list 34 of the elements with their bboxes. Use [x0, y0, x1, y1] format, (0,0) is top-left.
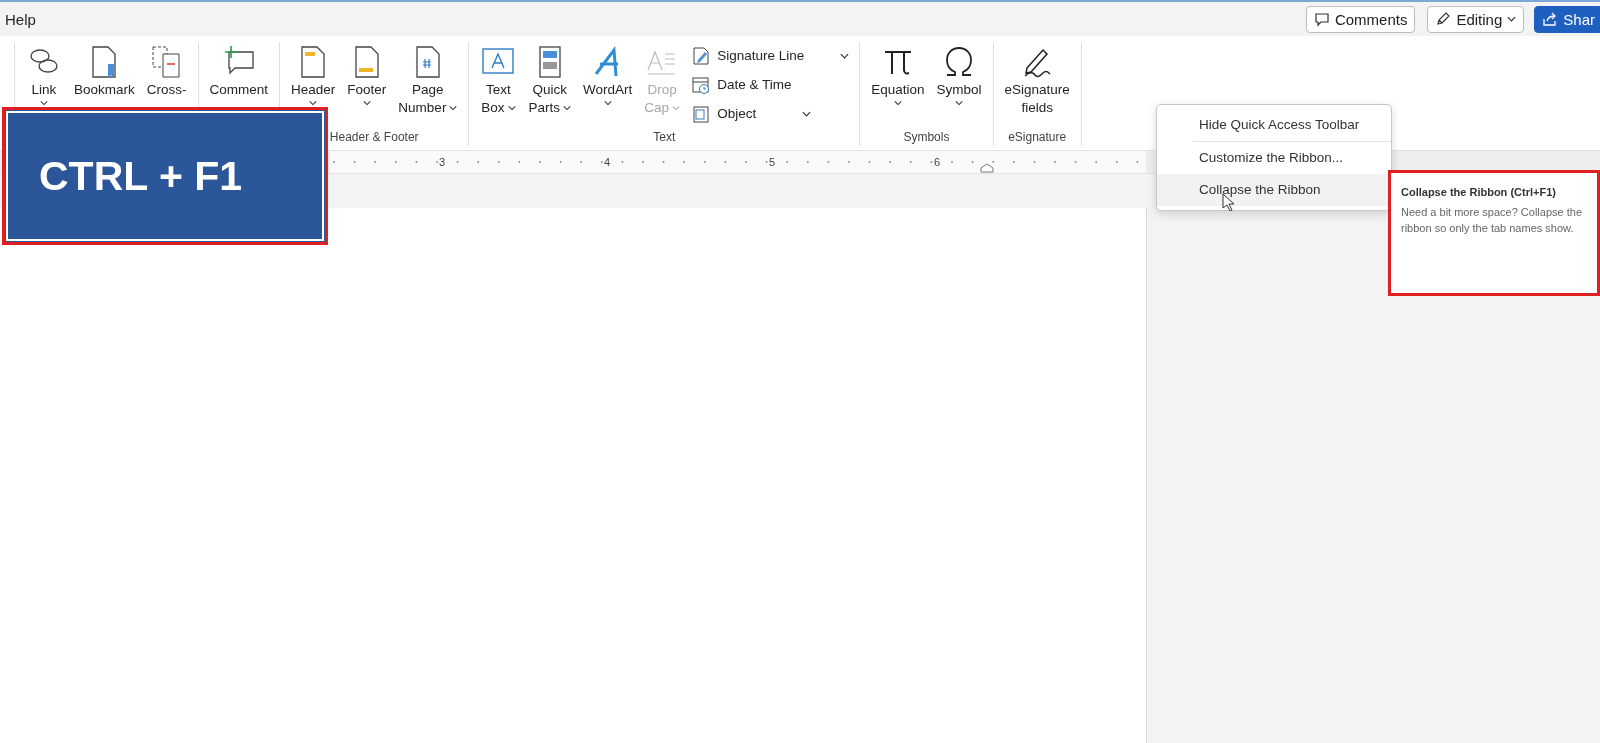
group-label: Header & Footer	[328, 129, 420, 146]
ribbon-button[interactable]: Date & Time	[687, 71, 854, 98]
ribbon-button[interactable]: WordArt	[577, 42, 638, 108]
tooltip-title: Collapse the Ribbon (Ctrl+F1)	[1401, 186, 1557, 198]
tooltip-text: Need a bit more space? Collapse the ribbon so only the tab names show.	[1401, 205, 1583, 236]
ribbon-button[interactable]: Equation	[866, 42, 930, 108]
ribbon-button[interactable]: Text Box	[475, 42, 522, 119]
ribbon-button[interactable]: Object	[687, 100, 854, 127]
ribbon-button[interactable]: Header	[286, 42, 341, 108]
ribbon-button[interactable]: Signature Line	[687, 42, 854, 69]
comments-button[interactable]: Comments	[1305, 5, 1416, 33]
ruler-number: 5	[767, 155, 777, 170]
ruler-number: 6	[932, 155, 942, 170]
menu-item[interactable]: Customize the Ribbon...	[1157, 142, 1391, 174]
ribbon-button[interactable]: Bookmark	[69, 42, 140, 101]
menu-item[interactable]: Hide Quick Access Toolbar	[1193, 109, 1391, 142]
share-button[interactable]: Shar	[1534, 5, 1600, 33]
ruler-number: 3	[437, 155, 447, 170]
group-label: Text	[652, 129, 677, 146]
group-label: Symbols	[902, 129, 951, 146]
editing-button[interactable]: Editing	[1427, 5, 1525, 33]
ribbon-button[interactable]: Quick Parts	[523, 42, 576, 119]
ribbon-button[interactable]: Page Number	[393, 42, 463, 119]
ribbon-tab[interactable]: Help	[5, 10, 36, 28]
ribbon-button[interactable]: Comment	[204, 42, 274, 101]
ribbon-button[interactable]: eSignature fields	[999, 42, 1075, 119]
ribbon-button[interactable]: Footer	[342, 42, 392, 108]
ruler-number: 4	[602, 155, 612, 170]
ribbon-button[interactable]: Link	[21, 42, 67, 108]
ribbon-button[interactable]: Cross-	[141, 42, 192, 101]
group-label: eSignature	[1007, 129, 1068, 146]
ribbon-button[interactable]: Symbol	[931, 42, 987, 108]
menu-item[interactable]: Collapse the Ribbon	[1157, 174, 1391, 206]
shortcut-tooltip: CTRL + F1	[2, 107, 328, 245]
